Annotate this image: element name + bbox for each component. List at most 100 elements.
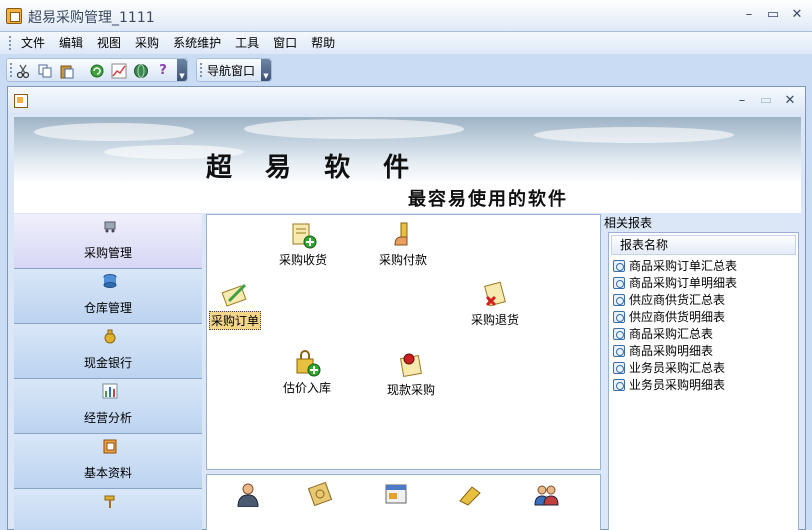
users-group-icon[interactable]	[533, 481, 559, 507]
menu-view[interactable]: 视图	[90, 35, 128, 51]
standard-toolbar: ? ▼	[6, 58, 188, 82]
report-label: 商品采购订单明细表	[629, 276, 738, 290]
reports-column-header[interactable]: 报表名称	[611, 235, 796, 255]
child-maximize-button[interactable]: ▭	[759, 93, 773, 109]
toolbar-grip[interactable]	[10, 63, 13, 77]
copy-icon[interactable]	[37, 63, 53, 79]
notebook-icon[interactable]	[307, 481, 333, 507]
report-label: 业务员采购明细表	[629, 378, 726, 392]
cash-purchase-document-icon	[397, 351, 425, 379]
menu-window[interactable]: 窗口	[266, 35, 304, 51]
report-row[interactable]: 业务员采购汇总表	[609, 359, 798, 376]
report-icon	[613, 344, 625, 357]
money-bag-icon	[102, 328, 118, 344]
lock-add-icon	[293, 349, 321, 377]
goods-bar-icon[interactable]	[457, 481, 483, 507]
nav-item-label: 仓库管理	[83, 301, 132, 315]
nav-item-warehouse[interactable]: 仓库管理	[14, 269, 202, 324]
chart-tool-icon[interactable]	[111, 63, 127, 79]
menu-file[interactable]: 文件	[14, 35, 52, 51]
nav-toolbar-chevron-icon[interactable]: ▼	[261, 59, 271, 81]
nav-window-button[interactable]: 导航窗口	[207, 62, 255, 79]
report-icon	[613, 378, 625, 391]
purchase-receive-label: 采购收货	[279, 253, 328, 267]
minimize-button[interactable]: –	[742, 7, 756, 23]
banner: 超 易 软 件 最容易使用的软件	[14, 117, 801, 213]
folder-document-icon	[102, 438, 118, 454]
order-pencil-icon	[221, 281, 249, 309]
payment-hand-icon	[389, 221, 417, 249]
nav-item-more[interactable]	[14, 489, 202, 530]
report-label: 商品采购明细表	[629, 344, 714, 358]
nav-item-label: 基本资料	[83, 466, 132, 480]
toolbar: ? ▼ 导航窗口 ▼	[0, 56, 812, 84]
purchase-receive-item[interactable]: 采购收货	[279, 221, 327, 268]
report-row[interactable]: 商品采购明细表	[609, 342, 798, 359]
report-row[interactable]: 业务员采购明细表	[609, 376, 798, 393]
report-row[interactable]: 供应商供货汇总表	[609, 291, 798, 308]
child-close-button[interactable]: ✕	[783, 93, 797, 109]
module-nav: 采购管理 仓库管理 现金银行 经营分析 基本资料	[14, 214, 202, 530]
estimate-stock-in-label: 估价入库	[283, 381, 332, 395]
bar-chart-icon	[102, 383, 118, 399]
nav-item-purchase[interactable]: 采购管理	[14, 214, 202, 269]
menu-system[interactable]: 系统维护	[166, 35, 228, 51]
menu-help[interactable]: 帮助	[304, 35, 342, 51]
purchase-order-item[interactable]: 采购订单	[209, 281, 262, 330]
hammer-icon	[102, 493, 118, 509]
estimate-stock-in-item[interactable]: 估价入库	[283, 349, 331, 396]
nav-toolbar: 导航窗口 ▼	[196, 58, 272, 82]
app-titlebar: 超易采购管理_1111 – ▭ ✕	[0, 0, 812, 32]
nav-item-analysis[interactable]: 经营分析	[14, 379, 202, 434]
nav-item-label: 经营分析	[83, 411, 132, 425]
purchase-return-label: 采购退货	[471, 313, 520, 327]
report-icon	[613, 276, 625, 289]
quick-access-panel	[206, 474, 601, 530]
menu-bar: 文件 编辑 视图 采购 系统维护 工具 窗口 帮助	[0, 32, 812, 54]
cash-purchase-item[interactable]: 现款采购	[387, 351, 435, 398]
report-row[interactable]: 商品采购订单明细表	[609, 274, 798, 291]
menu-purchase[interactable]: 采购	[128, 35, 166, 51]
function-workspace: 采购收货 采购付款 采购订单 采购退货 估价入库 现款采购	[206, 214, 601, 470]
menubar-grip[interactable]	[9, 36, 12, 50]
help-icon[interactable]: ?	[155, 63, 171, 79]
report-label: 业务员采购汇总表	[629, 361, 726, 375]
navigation-window-icon	[14, 94, 28, 108]
menu-tools[interactable]: 工具	[228, 35, 266, 51]
report-icon	[613, 293, 625, 306]
report-row[interactable]: 商品采购订单汇总表	[609, 257, 798, 274]
report-icon	[613, 259, 625, 272]
navigation-window: – ▭ ✕ 超 易 软 件 最容易使用的软件 采购管理 仓库管理 现金银行 经营…	[7, 86, 806, 530]
cash-purchase-label: 现款采购	[387, 383, 436, 397]
report-label: 供应商供货汇总表	[629, 293, 726, 307]
toolbar-overflow-chevron-icon[interactable]: ▼	[177, 59, 187, 81]
related-reports-title: 相关报表	[604, 216, 653, 230]
nav-item-basic-data[interactable]: 基本资料	[14, 434, 202, 489]
nav-item-label: 采购管理	[83, 246, 132, 260]
child-minimize-button[interactable]: –	[735, 93, 749, 109]
employee-icon[interactable]	[235, 481, 261, 508]
refresh-icon[interactable]	[89, 63, 105, 79]
return-document-icon	[481, 281, 509, 309]
card-icon[interactable]	[383, 481, 409, 507]
cut-icon[interactable]	[15, 63, 31, 79]
nav-item-cash[interactable]: 现金银行	[14, 324, 202, 379]
app-title: 超易采购管理_1111	[28, 10, 155, 26]
app-icon	[6, 8, 22, 24]
related-reports-panel: 相关报表 报表名称 商品采购订单汇总表 商品采购订单明细表 供应商供货汇总表 供…	[604, 214, 801, 530]
report-row[interactable]: 供应商供货明细表	[609, 308, 798, 325]
purchase-return-item[interactable]: 采购退货	[471, 281, 519, 328]
close-button[interactable]: ✕	[790, 7, 804, 23]
nav-toolbar-grip[interactable]	[200, 63, 203, 77]
paste-icon[interactable]	[59, 63, 75, 79]
menu-edit[interactable]: 编辑	[52, 35, 90, 51]
report-icon	[613, 361, 625, 374]
report-row[interactable]: 商品采购汇总表	[609, 325, 798, 342]
cart-icon	[102, 218, 118, 234]
report-label: 商品采购订单汇总表	[629, 259, 738, 273]
nav-item-label: 现金银行	[83, 356, 132, 370]
maximize-button[interactable]: ▭	[766, 7, 780, 23]
report-label: 供应商供货明细表	[629, 310, 726, 324]
globe-icon[interactable]	[133, 63, 149, 79]
purchase-pay-item[interactable]: 采购付款	[379, 221, 427, 268]
